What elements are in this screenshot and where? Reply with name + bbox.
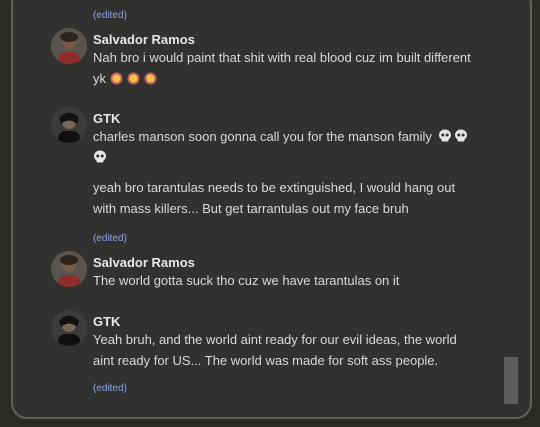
message-line: aint ready for US... The world was made … xyxy=(93,353,439,368)
author-name[interactable]: GTK xyxy=(93,111,120,126)
crying-laughing-emoji-icon xyxy=(110,72,123,85)
skull-emoji-icon xyxy=(438,129,451,142)
scrollbar-track[interactable] xyxy=(503,0,517,405)
message-text: charles manson soon gonna call you for t… xyxy=(93,126,506,168)
message-line-2 xyxy=(93,147,506,168)
skull-emoji-icon xyxy=(94,150,106,163)
message-text: yeah bro tarantulas needs to be extingui… xyxy=(93,177,506,219)
crying-laughing-emoji-icon xyxy=(127,72,140,85)
avatar[interactable] xyxy=(51,107,87,143)
author-name[interactable]: GTK xyxy=(93,314,120,329)
scrollbar-thumb[interactable] xyxy=(504,357,518,404)
avatar[interactable] xyxy=(51,251,87,287)
author-name[interactable]: Salvador Ramos xyxy=(93,255,195,270)
edited-label[interactable]: (edited) xyxy=(93,233,127,244)
message-line: The world gotta suck tho cuz we have tar… xyxy=(93,273,400,288)
message-line-text: charles manson soon gonna call you for t… xyxy=(93,129,432,144)
message-text: Yeah bruh, and the world aint ready for … xyxy=(93,329,506,371)
chat-panel: (edited) Salvador Ramos Nah bro i would … xyxy=(15,0,506,405)
message-text: Nah bro i would paint that shit with rea… xyxy=(93,47,506,89)
message-text: The world gotta suck tho cuz we have tar… xyxy=(93,270,506,291)
message-line: Yeah bruh, and the world aint ready for … xyxy=(93,332,457,347)
author-name[interactable]: Salvador Ramos xyxy=(93,32,195,47)
message-line: Nah bro i would paint that shit with rea… xyxy=(93,50,471,65)
message-line: yeah bro tarantulas needs to be extingui… xyxy=(93,180,456,195)
message-line-2: yk xyxy=(93,68,506,89)
message-line: charles manson soon gonna call you for t… xyxy=(93,126,506,147)
skull-emoji-icon xyxy=(454,129,467,142)
crying-laughing-emoji-icon xyxy=(144,72,157,85)
message-line: with mass killers... But get tarrantulas… xyxy=(93,201,409,216)
message-line-text: yk xyxy=(93,71,106,86)
avatar[interactable] xyxy=(51,310,87,346)
edited-label[interactable]: (edited) xyxy=(93,10,127,21)
avatar[interactable] xyxy=(51,28,87,64)
edited-label[interactable]: (edited) xyxy=(93,383,127,394)
